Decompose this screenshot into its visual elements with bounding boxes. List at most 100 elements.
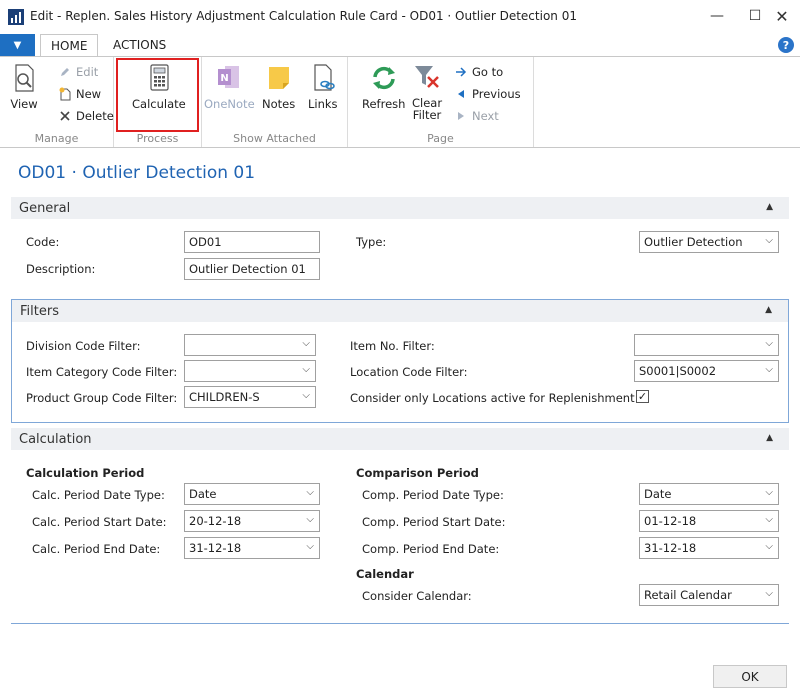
chevron-down-icon: ⌵ [306,541,314,552]
description-field[interactable]: Outlier Detection 01 [184,258,320,280]
new-button[interactable]: New [58,87,101,101]
calc-period-end-date-label: Calc. Period End Date: [32,542,161,556]
caret-down-icon: ▼ [13,39,22,51]
collapse-icon[interactable]: ▲ [765,305,772,315]
section-calculation-header[interactable]: Calculation ▲ [11,428,789,450]
code-field[interactable]: OD01 [184,231,320,253]
item-no-filter-select[interactable]: ⌵ [634,334,779,356]
section-calculation-title: Calculation [19,431,92,447]
division-code-filter-select[interactable]: ⌵ [184,334,316,356]
chevron-down-icon: ⌵ [765,338,773,349]
chevron-down-icon: ⌵ [306,514,314,525]
type-value: Outlier Detection [644,235,743,249]
goto-button[interactable]: Go to [454,65,503,79]
comp-period-start-date-field[interactable]: 01-12-18 ⌵ [639,510,779,532]
close-button[interactable]: ✕ [767,4,797,28]
comp-period-end-date-field[interactable]: 31-12-18 ⌵ [639,537,779,559]
product-group-code-filter-value: CHILDREN-S [189,390,260,404]
edit-label: Edit [76,65,99,79]
comp-period-date-type-select[interactable]: Date ⌵ [639,483,779,505]
comparison-period-heading: Comparison Period [356,466,479,480]
collapse-icon[interactable]: ▲ [766,202,773,212]
location-code-filter-value: S0001|S0002 [639,364,717,378]
help-icon[interactable]: ? [778,37,794,53]
close-icon: ✕ [775,6,789,26]
edit-button[interactable]: Edit [58,65,98,79]
group-show-attached: N OneNote Notes Links Show Attached [202,57,348,147]
consider-calendar-value: Retail Calendar [644,588,732,602]
triangle-left-icon [454,87,468,101]
calc-period-end-date-value: 31-12-18 [189,541,242,555]
product-group-code-filter-label: Product Group Code Filter: [26,391,178,405]
comp-period-end-date-value: 31-12-18 [644,541,697,555]
calc-period-date-type-value: Date [189,487,217,501]
consider-calendar-select[interactable]: Retail Calendar ⌵ [639,584,779,606]
notes-button[interactable]: Notes [262,63,295,111]
item-category-code-filter-label: Item Category Code Filter: [26,365,178,379]
calc-period-end-date-field[interactable]: 31-12-18 ⌵ [184,537,320,559]
tab-home[interactable]: HOME [40,34,99,57]
clear-filter-button[interactable]: Clear Filter [412,63,442,121]
group-label-manage: Manage [34,132,79,145]
type-select[interactable]: Outlier Detection ⌵ [639,231,779,253]
link-icon [309,63,337,93]
previous-label: Previous [472,87,521,101]
ribbon-tabs: ▼ HOME ACTIONS ? [0,34,800,57]
links-button[interactable]: Links [308,63,338,111]
new-icon [58,87,72,101]
goto-label: Go to [472,65,504,79]
maximize-button[interactable]: ☐ [740,4,770,28]
app-icon [8,9,24,25]
minimize-icon: — [710,8,724,24]
product-group-code-filter-select[interactable]: CHILDREN-S ⌵ [184,386,316,408]
description-label: Description: [26,262,96,276]
group-label-show-attached: Show Attached [233,132,316,145]
delete-x-icon [58,109,72,123]
checkmark-icon: ✓ [637,390,648,403]
calc-period-start-date-value: 20-12-18 [189,514,242,528]
calc-period-date-type-label: Calc. Period Date Type: [32,488,165,502]
onenote-label: OneNote [204,97,255,111]
code-value: OD01 [189,235,222,249]
page-title: OD01 · Outlier Detection 01 [18,163,256,183]
item-category-code-filter-select[interactable]: ⌵ [184,360,316,382]
view-button[interactable]: View [10,63,38,111]
calc-period-start-date-field[interactable]: 20-12-18 ⌵ [184,510,320,532]
previous-button[interactable]: Previous [454,87,521,101]
note-icon [265,63,293,93]
section-filters-header[interactable]: Filters ▲ [12,300,788,322]
section-general-header[interactable]: General ▲ [11,197,789,219]
comp-period-date-type-value: Date [644,487,672,501]
pencil-icon [58,65,72,79]
code-label: Code: [26,235,60,249]
arrow-right-icon [454,65,468,79]
location-code-filter-select[interactable]: S0001|S0002 ⌵ [634,360,779,382]
description-value: Outlier Detection 01 [189,262,306,276]
minimize-button[interactable]: — [702,4,732,28]
next-button[interactable]: Next [454,109,499,123]
comp-period-date-type-label: Comp. Period Date Type: [362,488,504,502]
collapse-icon[interactable]: ▲ [766,433,773,443]
group-page: Refresh Clear Filter Go to Previous Next… [348,57,534,147]
refresh-label: Refresh [362,97,406,111]
refresh-button[interactable]: Refresh [362,63,405,111]
onenote-icon: N [215,63,243,93]
ok-button[interactable]: OK [713,665,787,688]
title-bar: Edit - Replen. Sales History Adjustment … [0,0,800,34]
section-filters-title: Filters [20,303,59,319]
group-manage: View Edit New Delete Manage [0,57,114,147]
comp-period-start-date-label: Comp. Period Start Date: [362,515,506,529]
triangle-right-icon [454,109,468,123]
calc-period-start-date-label: Calc. Period Start Date: [32,515,167,529]
consider-locations-checkbox[interactable]: ✓ [636,390,649,403]
delete-button[interactable]: Delete [58,109,114,123]
chevron-down-icon: ⌵ [765,364,773,375]
onenote-button[interactable]: N OneNote [204,63,255,111]
tab-actions[interactable]: ACTIONS [103,34,176,56]
division-code-filter-label: Division Code Filter: [26,339,141,353]
calc-period-date-type-select[interactable]: Date ⌵ [184,483,320,505]
app-menu-button[interactable]: ▼ [0,34,35,56]
new-label: New [76,87,102,101]
chevron-down-icon: ⌵ [765,588,773,599]
refresh-icon [370,63,398,93]
